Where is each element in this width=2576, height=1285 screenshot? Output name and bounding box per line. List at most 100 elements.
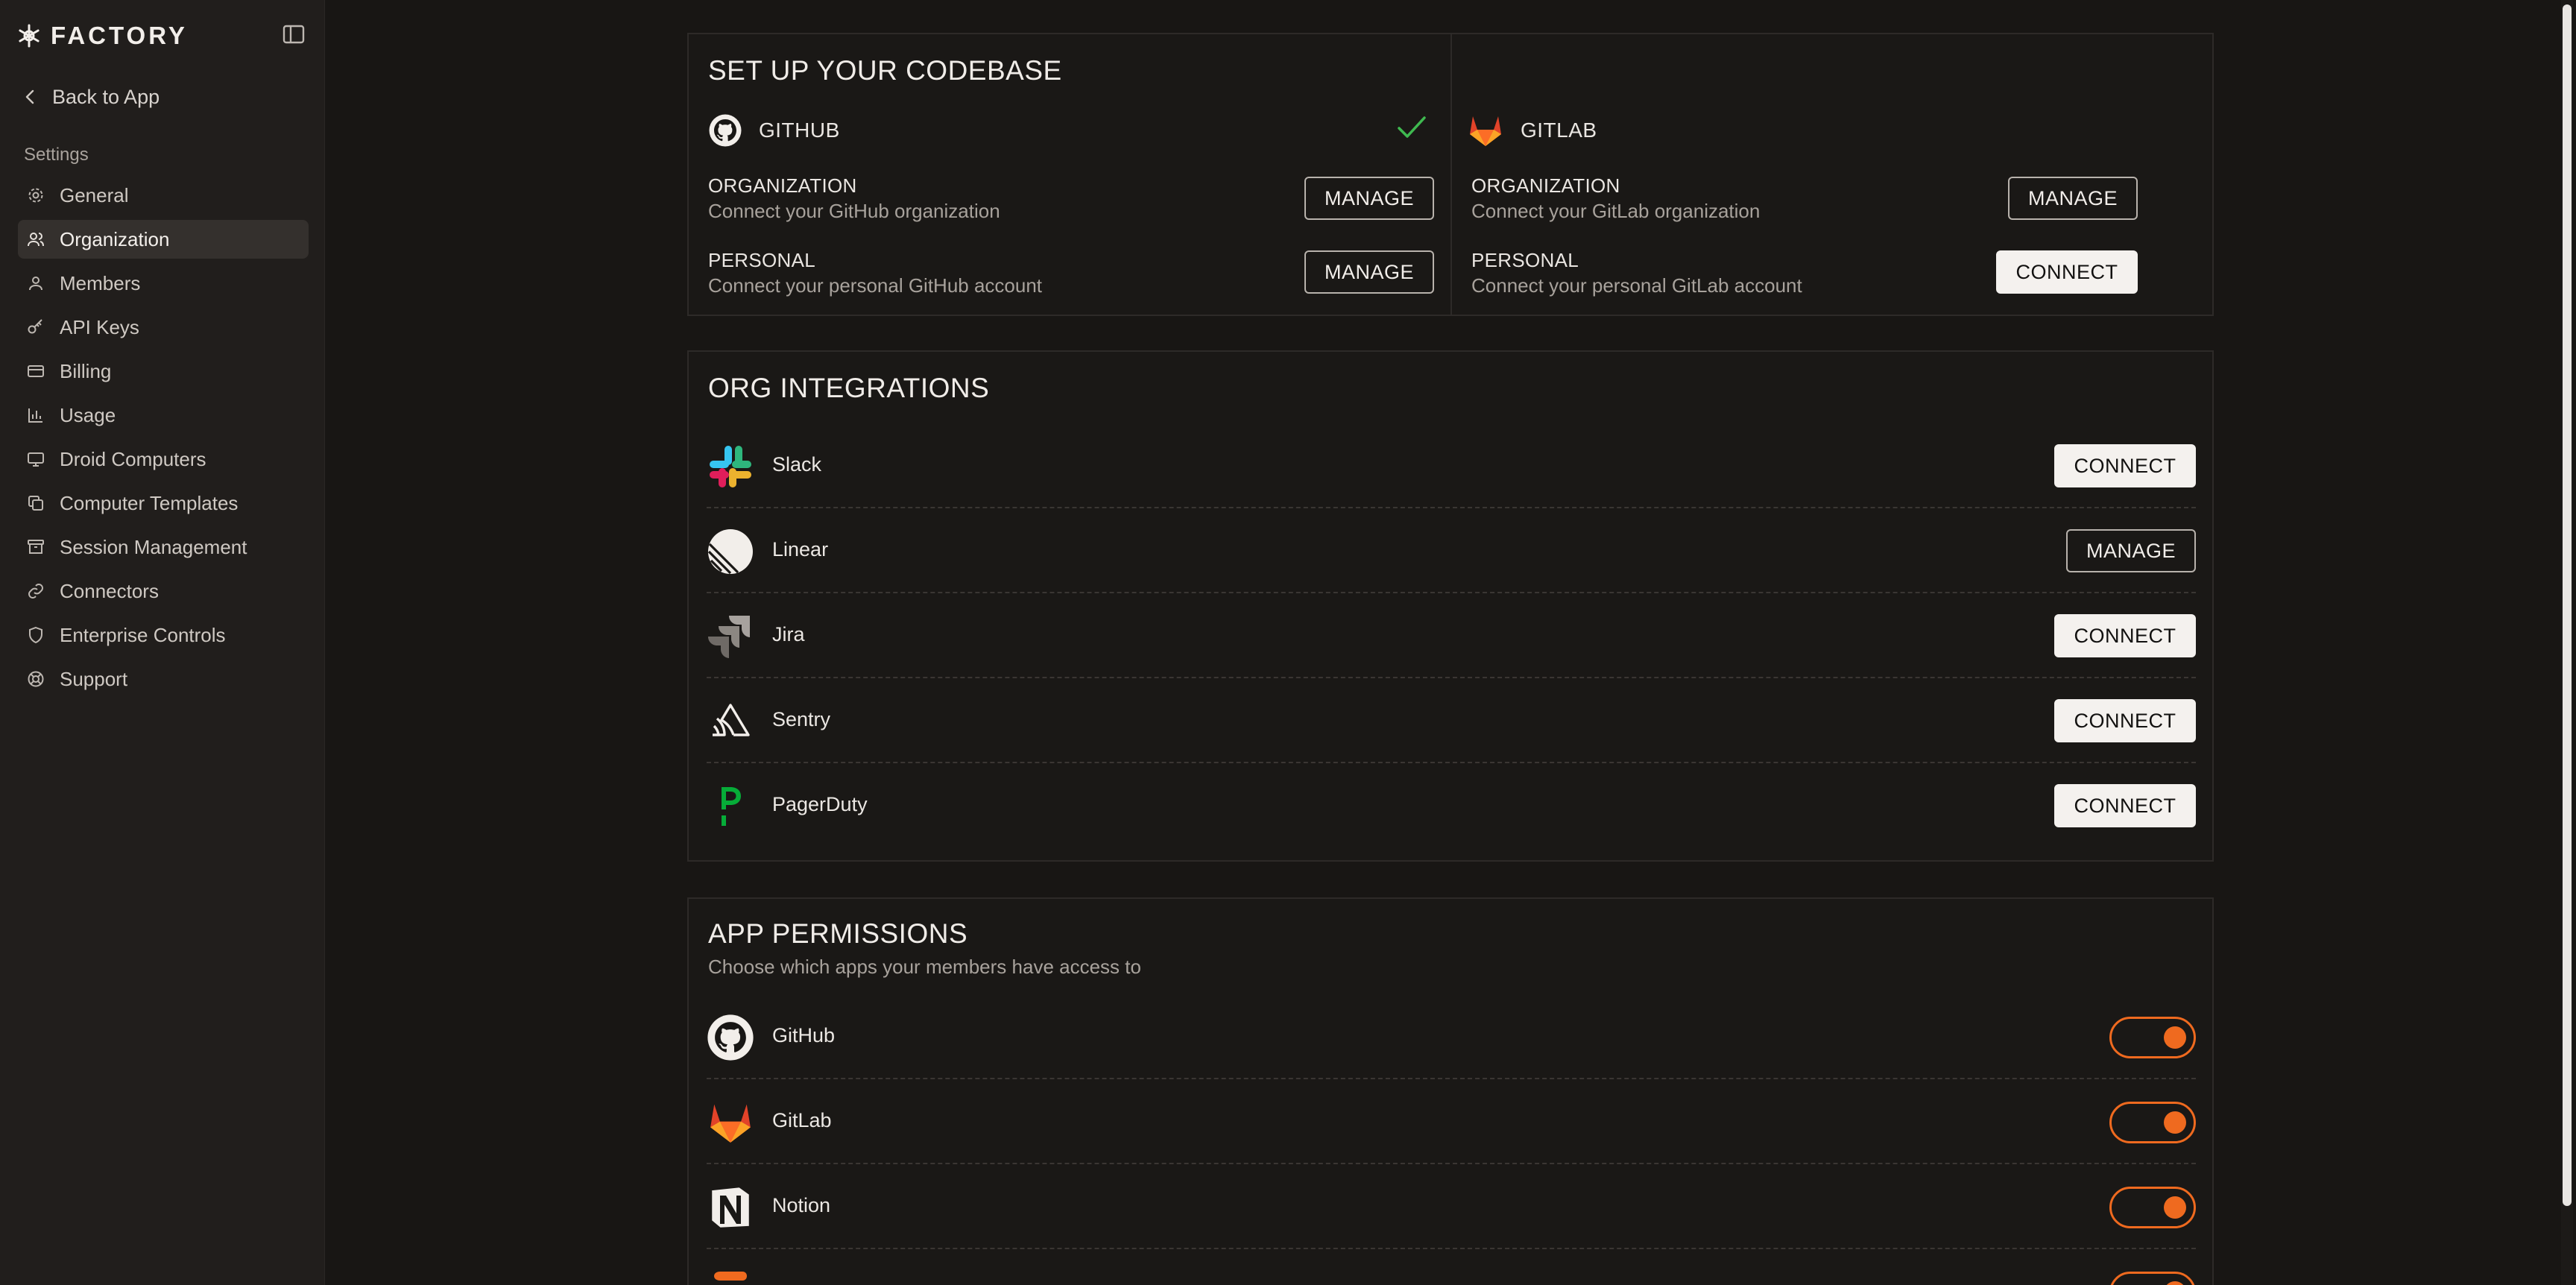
- sidebar-item-usage[interactable]: Usage: [18, 396, 309, 435]
- integration-row-linear: Linear MANAGE: [707, 508, 2196, 593]
- chevron-left-icon: [25, 89, 34, 104]
- user-icon: [29, 277, 42, 291]
- page-scrollbar[interactable]: [2561, 0, 2573, 1285]
- permissions-subtitle: Choose which apps your members have acce…: [708, 956, 1141, 978]
- pagerduty-connect-button[interactable]: CONNECT: [2054, 784, 2196, 827]
- integration-name: Sentry: [772, 708, 831, 730]
- sidebar-item-label: Usage: [60, 403, 116, 426]
- sidebar-item-label: Enterprise Controls: [60, 623, 226, 646]
- gear-icon: [28, 188, 43, 203]
- gitlab-icon: [707, 1099, 754, 1146]
- scrollbar-thumb[interactable]: [2563, 4, 2572, 1206]
- integrations-title: ORG INTEGRATIONS: [708, 373, 990, 403]
- factory-logo-icon: [19, 24, 40, 48]
- github-personal-description: Connect your personal GitHub account: [708, 274, 1043, 297]
- sidebar-item-label: Session Management: [60, 535, 247, 558]
- brand-name: FACTORY: [51, 22, 188, 49]
- notion-permission-toggle[interactable]: [2109, 1187, 2196, 1228]
- bar-chart-icon: [28, 408, 42, 423]
- sidebar-item-members[interactable]: Members: [18, 264, 309, 303]
- sidebar-item-label: Connectors: [60, 579, 159, 602]
- gitlab-org-manage-button[interactable]: MANAGE: [2008, 177, 2138, 220]
- gitlab-org-description: Connect your GitLab organization: [1471, 200, 1761, 222]
- gitlab-personal-connect-button[interactable]: CONNECT: [1996, 250, 2138, 294]
- sidebar-item-label: Members: [60, 271, 141, 294]
- permission-app-name: GitHub: [772, 1024, 836, 1046]
- sentry-connect-button[interactable]: CONNECT: [2054, 699, 2196, 742]
- archive-icon: [28, 540, 44, 554]
- sidebar-item-connectors[interactable]: Connectors: [18, 572, 309, 610]
- github-personal-label: PERSONAL: [708, 249, 816, 271]
- partial-permission-toggle[interactable]: [2109, 1272, 2196, 1285]
- github-header: GITHUB: [708, 113, 840, 148]
- slack-icon: [707, 443, 754, 490]
- permission-app-name: GitLab: [772, 1109, 832, 1131]
- sidebar-item-session-management[interactable]: Session Management: [18, 528, 309, 566]
- gitlab-personal-label: PERSONAL: [1471, 249, 1579, 271]
- check-icon: [1398, 116, 1426, 138]
- toggle-knob: [2164, 1111, 2186, 1134]
- slack-connect-button[interactable]: CONNECT: [2054, 444, 2196, 487]
- pagerduty-icon: [707, 783, 754, 830]
- credit-card-icon: [28, 365, 44, 377]
- sentry-icon: [707, 698, 754, 745]
- github-permission-toggle[interactable]: [2109, 1017, 2196, 1058]
- permissions-title: APP PERMISSIONS: [708, 918, 968, 949]
- gitlab-provider: GITLAB ORGANIZATION Connect your GitLab …: [1452, 34, 2214, 315]
- jira-connect-button[interactable]: CONNECT: [2054, 614, 2196, 657]
- sidebar-item-enterprise-controls[interactable]: Enterprise Controls: [18, 616, 309, 654]
- shield-icon: [29, 626, 42, 644]
- lifebuoy-icon: [28, 671, 44, 687]
- github-personal-manage-button[interactable]: MANAGE: [1304, 250, 1434, 294]
- permission-row-notion: Notion: [707, 1164, 2196, 1249]
- sidebar-toggle-button[interactable]: [282, 22, 306, 46]
- permission-row-github: GitHub: [707, 994, 2196, 1079]
- github-provider: GITHUB ORGANIZATION Connect your GitHub …: [689, 34, 1452, 315]
- brand[interactable]: FACTORY: [16, 21, 188, 51]
- gitlab-icon: [1470, 116, 1501, 146]
- integration-row-sentry: Sentry CONNECT: [707, 678, 2196, 763]
- sidebar-item-label: Billing: [60, 359, 112, 382]
- sidebar-item-computer-templates[interactable]: Computer Templates: [18, 484, 309, 522]
- back-to-app-link[interactable]: Back to App: [24, 82, 160, 112]
- sidebar-item-api-keys[interactable]: API Keys: [18, 308, 309, 347]
- sidebar-item-label: Computer Templates: [60, 491, 239, 514]
- toggle-knob: [2164, 1026, 2186, 1049]
- sidebar-panel-icon: [282, 25, 305, 44]
- permission-row-gitlab: GitLab: [707, 1079, 2196, 1164]
- gitlab-permission-toggle[interactable]: [2109, 1102, 2196, 1143]
- integration-row-jira: Jira CONNECT: [707, 593, 2196, 678]
- linear-icon: [707, 528, 754, 575]
- integration-name: Linear: [772, 538, 829, 561]
- linear-manage-button[interactable]: MANAGE: [2066, 529, 2196, 572]
- gitlab-personal-description: Connect your personal GitLab account: [1471, 274, 1802, 297]
- users-icon: [28, 233, 44, 247]
- sidebar-item-label: Support: [60, 667, 128, 690]
- link-icon: [28, 584, 43, 599]
- notion-icon: [707, 1184, 754, 1231]
- org-integrations-card: ORG INTEGRATIONS Slack CONNECT Linear MA…: [687, 350, 2214, 862]
- sidebar-item-support[interactable]: Support: [18, 660, 309, 698]
- permission-row-partial: [707, 1249, 2196, 1285]
- key-icon: [28, 319, 42, 334]
- github-org-manage-button[interactable]: MANAGE: [1304, 177, 1434, 220]
- github-org-label: ORGANIZATION: [708, 174, 857, 197]
- sidebar-item-billing[interactable]: Billing: [18, 352, 309, 391]
- toggle-knob: [2164, 1281, 2186, 1285]
- gitlab-header: GITLAB: [1467, 113, 1597, 148]
- settings-nav: General Organization Members API Keys Bi…: [18, 176, 309, 704]
- integration-name: Jira: [772, 623, 805, 645]
- back-to-app-label: Back to App: [52, 85, 160, 108]
- gitlab-org-label: ORGANIZATION: [1471, 174, 1620, 197]
- sidebar-item-general[interactable]: General: [18, 176, 309, 215]
- sidebar-item-droid-computers[interactable]: Droid Computers: [18, 440, 309, 479]
- permission-app-name: Notion: [772, 1194, 831, 1216]
- settings-section-label: Settings: [24, 145, 89, 165]
- app-root: FACTORY Back to App Settings General Org…: [0, 0, 2576, 1285]
- integration-name: Slack: [772, 453, 822, 476]
- app-icon: [707, 1269, 754, 1285]
- sidebar-item-organization[interactable]: Organization: [18, 220, 309, 259]
- integration-name: PagerDuty: [772, 793, 868, 815]
- github-icon: [709, 114, 742, 147]
- github-icon: [707, 1014, 754, 1061]
